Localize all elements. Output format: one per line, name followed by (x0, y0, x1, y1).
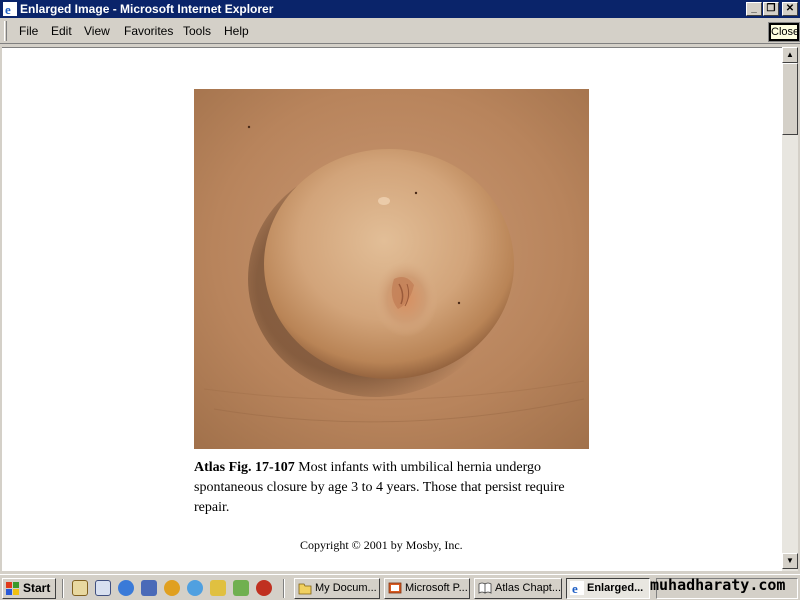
start-label: Start (23, 581, 51, 595)
window-title: Enlarged Image - Microsoft Internet Expl… (20, 2, 274, 16)
svg-text:e: e (572, 581, 578, 595)
ie-icon: e (3, 2, 17, 16)
svg-text:e: e (5, 2, 11, 16)
task-label: Atlas Chapt... (495, 582, 562, 594)
restore-button[interactable]: ❐ (763, 2, 779, 16)
menu-favorites[interactable]: Favorites (124, 24, 173, 38)
menu-help[interactable]: Help (224, 24, 249, 38)
close-button[interactable]: ✕ (782, 2, 798, 16)
menu-view[interactable]: View (84, 24, 110, 38)
menu-tools[interactable]: Tools (183, 24, 211, 38)
taskbar-separator (283, 579, 285, 598)
figure-caption: Atlas Fig. 17-107 Most infants with umbi… (194, 458, 594, 518)
messenger-icon[interactable] (187, 580, 203, 596)
outlook-icon[interactable] (141, 580, 157, 596)
task-atlas-chapter[interactable]: Atlas Chapt... (474, 578, 562, 599)
paint-icon[interactable] (233, 580, 249, 596)
media-icon[interactable] (256, 580, 272, 596)
book-icon (478, 582, 492, 594)
ruler-icon[interactable] (210, 580, 226, 596)
task-label: My Docum... (315, 582, 377, 594)
task-label: Microsoft P... (405, 582, 468, 594)
scroll-down-button[interactable]: ▼ (782, 553, 798, 569)
watermark-text: muhadharaty.com (650, 576, 786, 594)
task-enlarged-image[interactable]: e Enlarged... (566, 578, 650, 599)
ie-quicklaunch-icon[interactable] (118, 580, 134, 596)
title-bar[interactable]: e Enlarged Image - Microsoft Internet Ex… (0, 0, 800, 18)
menu-bar: File Edit View Favorites Tools Help (0, 18, 800, 44)
media-player-icon[interactable] (164, 580, 180, 596)
folder-icon (298, 583, 312, 595)
start-button[interactable]: Start (2, 578, 56, 599)
page-content: Atlas Fig. 17-107 Most infants with umbi… (2, 47, 782, 571)
windows-logo-icon (6, 582, 19, 595)
caption-figure-label: Atlas Fig. 17-107 (194, 460, 295, 475)
scroll-up-button[interactable]: ▲ (782, 47, 798, 63)
ie-window: e Enlarged Image - Microsoft Internet Ex… (0, 0, 800, 574)
copyright-notice: Copyright © 2001 by Mosby, Inc. (300, 538, 463, 552)
menu-edit[interactable]: Edit (51, 24, 72, 38)
umbilical-hernia-photo (194, 89, 589, 449)
ie-icon: e (570, 581, 584, 595)
task-microsoft-powerpoint[interactable]: Microsoft P... (384, 578, 470, 599)
tooltip-text: Close (771, 25, 800, 39)
powerpoint-icon (388, 582, 402, 594)
task-label: Enlarged... (587, 582, 644, 594)
vertical-scrollbar[interactable]: ▲ ▼ (782, 47, 798, 571)
toolbar-grip[interactable] (4, 21, 7, 41)
minimize-button[interactable]: _ (746, 2, 762, 16)
show-desktop-icon[interactable] (72, 580, 88, 596)
close-tooltip: Close (768, 22, 800, 42)
task-my-documents[interactable]: My Docum... (294, 578, 380, 599)
search-icon[interactable] (95, 580, 111, 596)
scroll-thumb[interactable] (782, 63, 798, 135)
taskbar-separator (62, 579, 64, 598)
menu-file[interactable]: File (19, 24, 38, 38)
